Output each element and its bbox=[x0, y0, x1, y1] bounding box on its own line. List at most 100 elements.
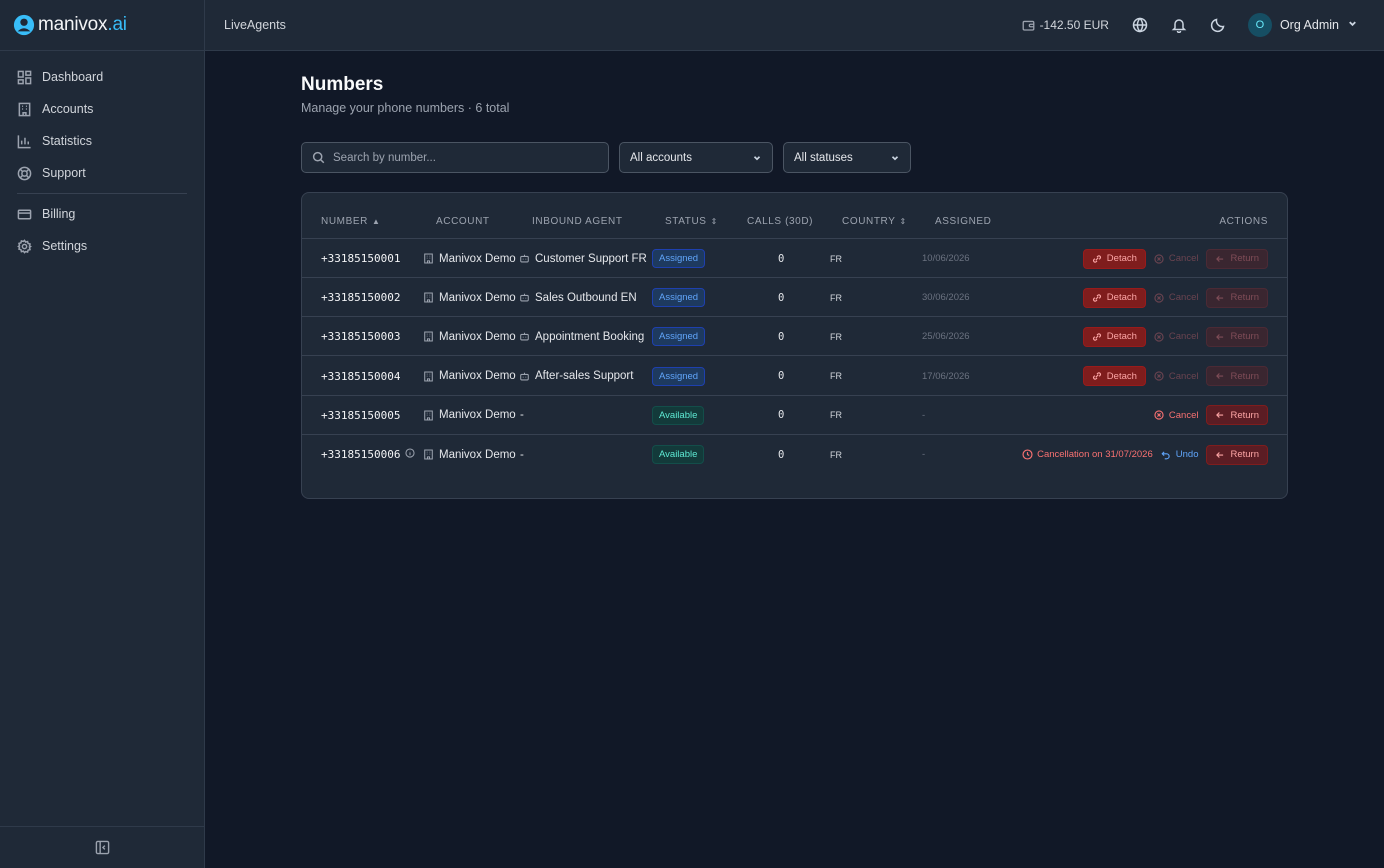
agent-cell[interactable]: Customer Support FR bbox=[519, 239, 647, 278]
status-cell: Assigned bbox=[652, 357, 706, 396]
undo-button[interactable]: Undo bbox=[1159, 445, 1201, 465]
lifebuoy-icon bbox=[17, 166, 32, 181]
cancel-button[interactable]: Cancel bbox=[1152, 405, 1201, 425]
column-label: Country bbox=[842, 216, 896, 227]
sidebar-item-billing[interactable]: Billing bbox=[0, 198, 204, 230]
moon-icon bbox=[1210, 18, 1225, 33]
account-cell[interactable]: Manivox Demo bbox=[423, 239, 516, 278]
unlink-icon bbox=[1092, 372, 1101, 380]
detach-button[interactable]: Detach bbox=[1082, 248, 1146, 269]
phone-number: +33185150003 bbox=[321, 317, 400, 356]
country-code: FR bbox=[830, 449, 842, 460]
undo-icon bbox=[1161, 450, 1170, 459]
account-cell[interactable]: Manivox Demo bbox=[423, 278, 516, 317]
cancel-button[interactable]: Cancel bbox=[1152, 249, 1201, 269]
status-cell: Assigned bbox=[652, 239, 706, 278]
user-menu[interactable]: O Org Admin bbox=[1247, 13, 1358, 37]
status-filter-value: All statuses bbox=[794, 151, 853, 164]
sidebar-item-label: Billing bbox=[42, 207, 76, 221]
chevron-down-icon bbox=[1339, 18, 1358, 32]
agent-cell[interactable]: Appointment Booking bbox=[519, 317, 644, 356]
account-cell[interactable]: Manivox Demo bbox=[423, 435, 516, 474]
account-name: Manivox Demo bbox=[439, 330, 516, 343]
sidebar-item-label: Statistics bbox=[42, 134, 93, 148]
account-cell[interactable]: Manivox Demo bbox=[423, 317, 516, 356]
status-badge: Available bbox=[652, 405, 705, 425]
main-content: Numbers Manage your phone numbers · 6 to… bbox=[301, 51, 1288, 499]
cancellation-note-text: Cancellation on 31/07/2026 bbox=[1037, 449, 1153, 460]
row-actions: Detach Cancel Return bbox=[1082, 239, 1268, 278]
return-button[interactable]: Return bbox=[1206, 287, 1268, 308]
column-number[interactable]: Number ▲ bbox=[321, 216, 380, 227]
detach-label: Detach bbox=[1106, 331, 1137, 343]
row-actions: Detach Cancel Return bbox=[1082, 357, 1268, 396]
detach-button[interactable]: Detach bbox=[1082, 287, 1146, 308]
language-button[interactable] bbox=[1131, 16, 1149, 34]
sidebar-item-dashboard[interactable]: Dashboard bbox=[0, 61, 204, 93]
return-button[interactable]: Return bbox=[1206, 326, 1268, 347]
status-filter-select[interactable]: All statuses bbox=[783, 142, 911, 173]
bot-icon bbox=[520, 293, 529, 302]
phone-number-text: +33185150002 bbox=[321, 291, 401, 305]
search-input[interactable] bbox=[333, 151, 593, 164]
return-button[interactable]: Return bbox=[1206, 366, 1268, 387]
gear-icon bbox=[17, 238, 32, 254]
sidebar-item-label: Accounts bbox=[42, 102, 94, 116]
bot-icon bbox=[520, 372, 529, 381]
column-country[interactable]: Country ⇕ bbox=[842, 216, 907, 227]
column-label: Account bbox=[436, 216, 490, 227]
credit-card-icon bbox=[17, 207, 32, 222]
sidebar-item-statistics[interactable]: Statistics bbox=[0, 125, 204, 157]
sort-asc-icon: ▲ bbox=[371, 217, 381, 226]
table-row: +33185150005 Manivox Demo - Available 0 FR - Ca… bbox=[302, 396, 1287, 435]
account-name: Manivox Demo bbox=[439, 409, 516, 422]
arrow-left-icon bbox=[1216, 294, 1224, 301]
sidebar-item-accounts[interactable]: Accounts bbox=[0, 93, 204, 125]
assigned-date: - bbox=[922, 409, 926, 421]
arrow-left-icon bbox=[1216, 255, 1224, 262]
calls-count: 0 bbox=[778, 448, 785, 461]
cancel-label: Cancel bbox=[1168, 292, 1199, 304]
agent-cell[interactable]: After-sales Support bbox=[519, 357, 633, 396]
sidebar-item-support[interactable]: Support bbox=[0, 157, 204, 189]
return-label: Return bbox=[1230, 370, 1259, 382]
status-badge: Assigned bbox=[652, 366, 706, 386]
balance[interactable]: -142.50 EUR bbox=[1022, 18, 1109, 32]
notifications-button[interactable] bbox=[1170, 16, 1188, 34]
return-button[interactable]: Return bbox=[1206, 405, 1268, 426]
info-icon[interactable] bbox=[400, 448, 416, 461]
account-name: Manivox Demo bbox=[439, 370, 516, 383]
country-code: FR bbox=[830, 253, 842, 264]
balance-amount: -142.50 EUR bbox=[1039, 18, 1109, 32]
building-icon bbox=[424, 253, 433, 264]
agent-cell[interactable]: Sales Outbound EN bbox=[519, 278, 637, 317]
cancel-button[interactable]: Cancel bbox=[1152, 288, 1201, 308]
account-filter-select[interactable]: All accounts bbox=[619, 142, 773, 173]
collapse-sidebar-button[interactable] bbox=[0, 826, 204, 868]
sidebar-item-settings[interactable]: Settings bbox=[0, 230, 204, 262]
cancel-button[interactable]: Cancel bbox=[1152, 327, 1201, 347]
theme-toggle-button[interactable] bbox=[1209, 16, 1227, 34]
building-icon bbox=[424, 449, 433, 460]
sidebar-divider bbox=[17, 193, 187, 194]
sidebar-nav: Dashboard Accounts Statistics Support Bi… bbox=[0, 51, 204, 262]
phone-number-text: +33185150006 bbox=[321, 448, 401, 461]
return-button[interactable]: Return bbox=[1206, 248, 1268, 269]
account-cell[interactable]: Manivox Demo bbox=[423, 357, 516, 396]
status-badge: Assigned bbox=[652, 288, 706, 308]
bot-icon bbox=[520, 254, 529, 263]
sidebar-item-label: Support bbox=[42, 166, 86, 180]
cancel-button[interactable]: Cancel bbox=[1152, 366, 1201, 386]
return-button[interactable]: Return bbox=[1206, 444, 1268, 465]
detach-button[interactable]: Detach bbox=[1082, 366, 1146, 387]
close-circle-icon bbox=[1154, 253, 1164, 264]
column-status[interactable]: Status ⇕ bbox=[665, 216, 718, 227]
agent-name: Sales Outbound EN bbox=[535, 291, 637, 304]
sidebar: manivox.ai Dashboard Accounts Statistics… bbox=[0, 0, 205, 868]
logo[interactable]: manivox.ai bbox=[0, 0, 204, 51]
account-cell[interactable]: Manivox Demo bbox=[423, 396, 516, 435]
dashboard-icon bbox=[17, 70, 32, 85]
phone-number-text: +33185150003 bbox=[321, 330, 401, 344]
cancel-label: Cancel bbox=[1168, 331, 1199, 343]
detach-button[interactable]: Detach bbox=[1082, 326, 1146, 347]
